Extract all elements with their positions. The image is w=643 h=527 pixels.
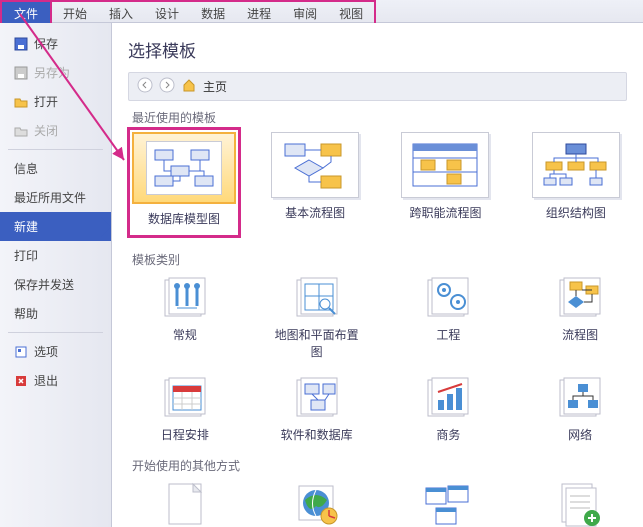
options-icon: [14, 345, 28, 359]
sidebar-item-info[interactable]: 信息: [0, 154, 111, 183]
category-label: 地图和平面布置图: [270, 326, 364, 360]
template-database-model[interactable]: 数据库模型图: [132, 132, 236, 233]
category-label: 软件和数据库: [270, 426, 364, 443]
category-maps-floorplans[interactable]: 地图和平面布置图: [270, 274, 364, 360]
file-tab[interactable]: 文件: [0, 0, 52, 23]
other-sample-diagrams[interactable]: 示例图表: [402, 480, 496, 527]
sidebar-item-label: 关闭: [34, 122, 58, 139]
sidebar-item-close[interactable]: 关闭: [0, 116, 111, 145]
section-template-categories: 模板类别: [132, 251, 627, 268]
tab-data[interactable]: 数据: [190, 2, 236, 23]
sidebar-item-label: 退出: [34, 372, 58, 389]
other-office-templates[interactable]: Office.com 模板: [270, 480, 364, 527]
sidebar-item-label: 另存为: [34, 64, 70, 81]
saveas-icon: [14, 66, 28, 80]
template-org-chart[interactable]: 组织结构图: [525, 132, 627, 233]
sidebar-item-savesend[interactable]: 保存并发送: [0, 270, 111, 299]
breadcrumb-home[interactable]: 主页: [203, 78, 227, 95]
tab-view[interactable]: 视图: [328, 2, 374, 23]
sidebar-item-print[interactable]: 打印: [0, 241, 111, 270]
sidebar-item-label: 新建: [14, 218, 38, 235]
backstage-sidebar: 保存 另存为 打开 关闭 信息 最近所用文件 新建 打印 保存并发送 帮助 选项…: [0, 23, 112, 527]
category-network[interactable]: 网络: [533, 374, 627, 443]
sidebar-item-exit[interactable]: 退出: [0, 366, 111, 395]
category-label: 网络: [533, 426, 627, 443]
sidebar-item-open[interactable]: 打开: [0, 87, 111, 116]
sidebar-item-label: 保存并发送: [14, 276, 74, 293]
section-recent-templates: 最近使用的模板: [132, 109, 627, 126]
tab-insert[interactable]: 插入: [98, 2, 144, 23]
other-blank-drawing[interactable]: 空白绘图: [138, 480, 232, 527]
open-icon: [14, 95, 28, 109]
template-basic-flowchart[interactable]: 基本流程图: [264, 132, 366, 233]
category-business[interactable]: 商务: [402, 374, 496, 443]
template-label: 跨职能流程图: [394, 204, 496, 221]
sidebar-item-label: 信息: [14, 160, 38, 177]
tab-review[interactable]: 审阅: [282, 2, 328, 23]
category-flowchart[interactable]: 流程图: [533, 274, 627, 360]
home-icon[interactable]: [181, 77, 197, 96]
tab-process[interactable]: 进程: [236, 2, 282, 23]
category-label: 流程图: [533, 326, 627, 343]
back-icon[interactable]: [137, 77, 153, 96]
page-title: 选择模板: [128, 37, 627, 62]
category-label: 商务: [402, 426, 496, 443]
ribbon-tabs: 开始 插入 设计 数据 进程 审阅 视图: [52, 0, 376, 23]
category-software-database[interactable]: 软件和数据库: [270, 374, 364, 443]
template-label: 组织结构图: [525, 204, 627, 221]
sidebar-item-options[interactable]: 选项: [0, 337, 111, 366]
template-label: 基本流程图: [264, 204, 366, 221]
save-icon: [14, 37, 28, 51]
sidebar-item-label: 最近所用文件: [14, 189, 86, 206]
category-engineering[interactable]: 工程: [402, 274, 496, 360]
category-label: 工程: [402, 326, 496, 343]
sidebar-item-recent[interactable]: 最近所用文件: [0, 183, 111, 212]
tab-design[interactable]: 设计: [144, 2, 190, 23]
tab-home[interactable]: 开始: [52, 2, 98, 23]
template-label: 数据库模型图: [132, 210, 236, 227]
sidebar-item-label: 帮助: [14, 305, 38, 322]
sidebar-item-label: 选项: [34, 343, 58, 360]
sidebar-item-label: 打开: [34, 93, 58, 110]
main-panel: 选择模板 主页 最近使用的模板 数据库模型图 基本流程图 跨职能流程图 组织结构…: [112, 23, 643, 527]
sidebar-item-new[interactable]: 新建: [0, 212, 111, 241]
category-schedule[interactable]: 日程安排: [138, 374, 232, 443]
category-label: 常规: [138, 326, 232, 343]
breadcrumb[interactable]: 主页: [128, 72, 627, 101]
sidebar-item-help[interactable]: 帮助: [0, 299, 111, 328]
section-other-ways: 开始使用的其他方式: [132, 457, 627, 474]
sidebar-item-saveas[interactable]: 另存为: [0, 58, 111, 87]
other-from-existing[interactable]: 根据现有内容新建: [533, 480, 627, 527]
forward-icon[interactable]: [159, 77, 175, 96]
category-label: 日程安排: [138, 426, 232, 443]
template-cross-functional[interactable]: 跨职能流程图: [394, 132, 496, 233]
sidebar-item-label: 打印: [14, 247, 38, 264]
category-general[interactable]: 常规: [138, 274, 232, 360]
exit-icon: [14, 374, 28, 388]
sidebar-item-save[interactable]: 保存: [0, 29, 111, 58]
close-icon: [14, 124, 28, 138]
sidebar-item-label: 保存: [34, 35, 58, 52]
